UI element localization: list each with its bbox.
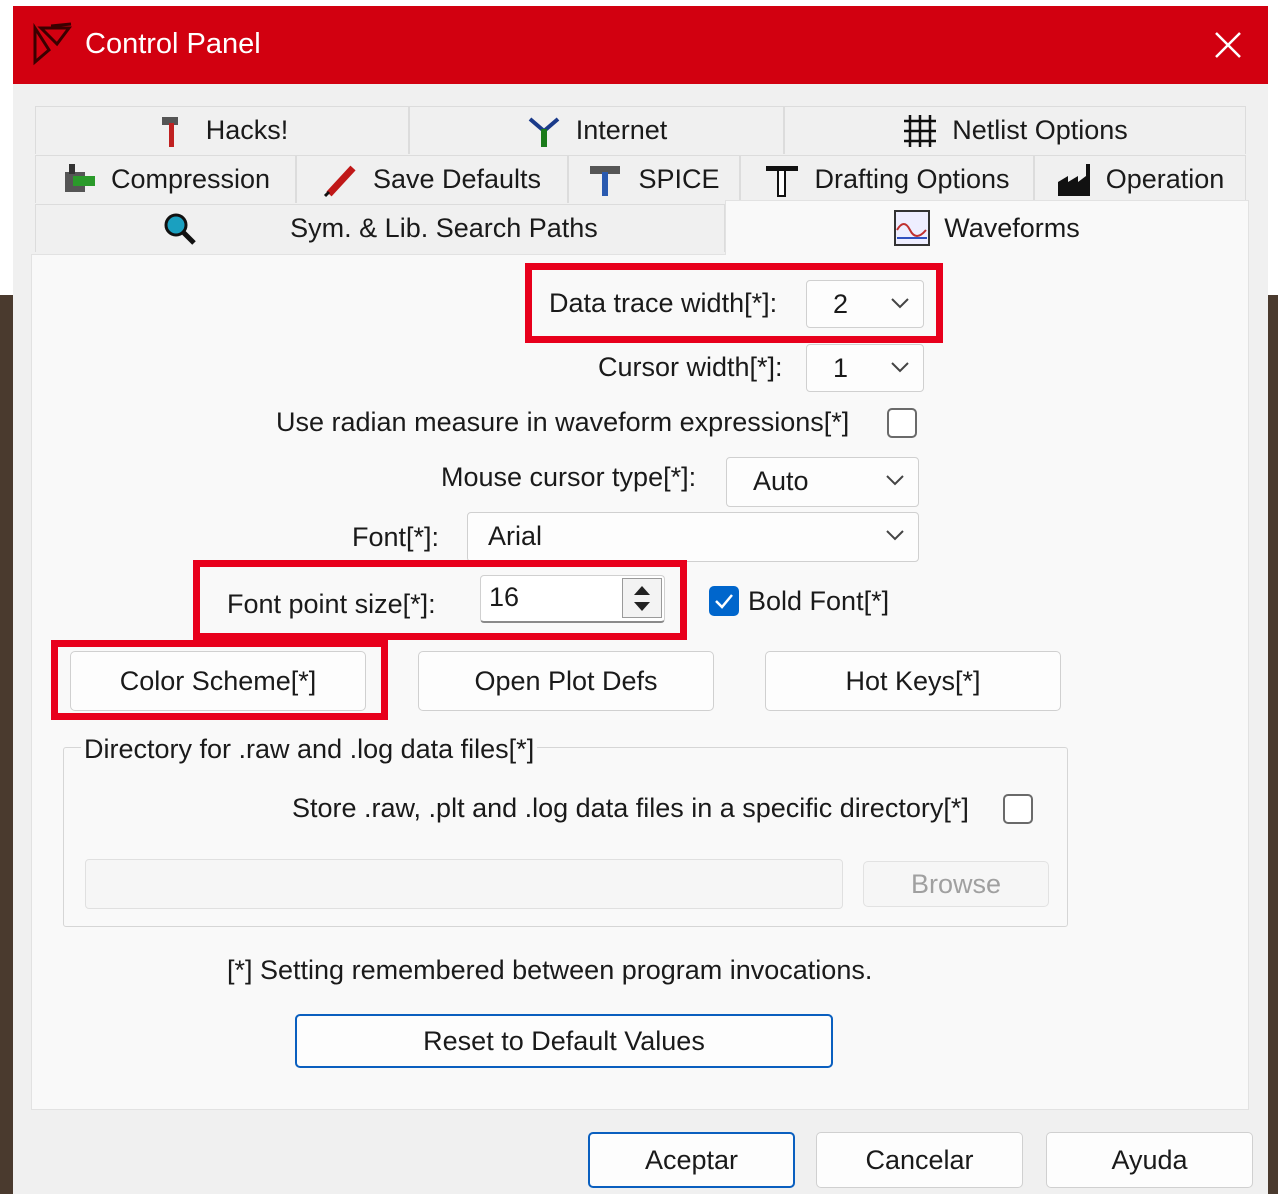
background-left [0, 295, 13, 1194]
tab-drafting-options[interactable]: Drafting Options [740, 155, 1034, 203]
radian-label: Use radian measure in waveform expressio… [276, 407, 850, 437]
tab-label: Compression [110, 164, 271, 194]
tab-label: Operation [1105, 164, 1225, 194]
t-square-icon [766, 165, 799, 197]
font-point-size-label: Font point size[*]: [227, 589, 436, 619]
cursor-width-value: 1 [833, 353, 849, 383]
chevron-down-icon [891, 362, 909, 373]
help-button[interactable]: Ayuda [1046, 1132, 1253, 1188]
arrow-up-icon[interactable] [632, 584, 652, 596]
chevron-down-icon [891, 298, 909, 309]
tab-label: Internet [575, 115, 668, 145]
color-scheme-button[interactable]: Color Scheme[*] [70, 651, 366, 711]
spice-hammer-icon [590, 165, 621, 196]
tab-hacks[interactable]: Hacks! [35, 106, 409, 154]
clamp-icon [64, 163, 95, 192]
reset-defaults-button[interactable]: Reset to Default Values [295, 1014, 833, 1068]
cursor-width-select[interactable]: 1 [806, 344, 924, 392]
app-logo-icon [33, 22, 72, 66]
store-directory-checkbox[interactable] [1003, 794, 1033, 824]
window-title: Control Panel [85, 28, 261, 60]
bold-font-checkbox[interactable] [709, 586, 739, 616]
hot-keys-button[interactable]: Hot Keys[*] [765, 651, 1061, 711]
waveform-icon [894, 210, 931, 246]
factory-icon [1057, 163, 1090, 196]
tab-label: Hacks! [205, 115, 289, 145]
font-value: Arial [488, 521, 543, 551]
background-right [1268, 295, 1278, 1194]
mouse-cursor-type-value: Auto [753, 466, 809, 496]
mouse-cursor-type-select[interactable]: Auto [726, 457, 919, 507]
font-select[interactable]: Arial [467, 512, 919, 562]
tab-internet[interactable]: Internet [409, 106, 784, 154]
tab-compression[interactable]: Compression [35, 155, 296, 203]
tab-label: Sym. & Lib. Search Paths [290, 213, 598, 243]
spinner-arrows[interactable] [622, 578, 662, 618]
tab-save-defaults[interactable]: Save Defaults [296, 155, 568, 203]
tab-label: Save Defaults [372, 164, 542, 194]
font-point-size-value: 16 [489, 582, 520, 612]
control-panel-dialog: Control Panel Hacks! Internet Netlist Op… [13, 6, 1268, 1194]
bold-font-label: Bold Font[*] [748, 586, 890, 616]
store-directory-label: Store .raw, .plt and .log data files in … [292, 793, 969, 823]
open-plot-defs-button[interactable]: Open Plot Defs [418, 651, 714, 711]
ok-button[interactable]: Aceptar [588, 1132, 795, 1188]
directory-path-input[interactable] [85, 859, 843, 909]
hammer-icon [161, 116, 178, 147]
cursor-width-label: Cursor width[*]: [598, 352, 783, 382]
chevron-down-icon [886, 530, 904, 541]
data-trace-width-value: 2 [833, 289, 849, 319]
tab-label: Waveforms [944, 212, 1080, 243]
data-trace-width-label: Data trace width[*]: [549, 288, 778, 318]
tab-label: Netlist Options [952, 115, 1128, 145]
radian-checkbox[interactable] [887, 408, 917, 438]
tab-label: SPICE [638, 164, 720, 194]
tab-label: Drafting Options [814, 164, 1010, 194]
directory-group-title: Directory for .raw and .log data files[*… [81, 734, 538, 765]
browse-button[interactable]: Browse [863, 861, 1049, 907]
remembered-note: [*] Setting remembered between program i… [227, 955, 873, 985]
tab-waveforms[interactable]: Waveforms [725, 200, 1249, 255]
data-trace-width-select[interactable]: 2 [806, 280, 924, 328]
arrow-down-icon[interactable] [632, 601, 652, 613]
tab-operation[interactable]: Operation [1034, 155, 1246, 203]
cancel-button[interactable]: Cancelar [816, 1132, 1023, 1188]
pen-icon [323, 165, 356, 197]
network-icon [528, 116, 560, 147]
close-icon [1215, 32, 1241, 58]
font-label: Font[*]: [352, 522, 440, 552]
checkmark-icon [715, 594, 733, 609]
netlist-grid-icon [904, 114, 937, 147]
tab-netlist-options[interactable]: Netlist Options [784, 106, 1246, 154]
mouse-cursor-type-label: Mouse cursor type[*]: [441, 462, 697, 492]
chevron-down-icon [886, 475, 904, 486]
magnifier-icon [164, 213, 196, 245]
title-bar[interactable]: Control Panel [13, 6, 1268, 84]
tab-sym-lib-search-paths[interactable]: Sym. & Lib. Search Paths [35, 204, 725, 252]
font-point-size-spinner[interactable]: 16 [480, 575, 665, 623]
tab-spice[interactable]: SPICE [568, 155, 740, 203]
close-button[interactable] [1188, 6, 1268, 84]
